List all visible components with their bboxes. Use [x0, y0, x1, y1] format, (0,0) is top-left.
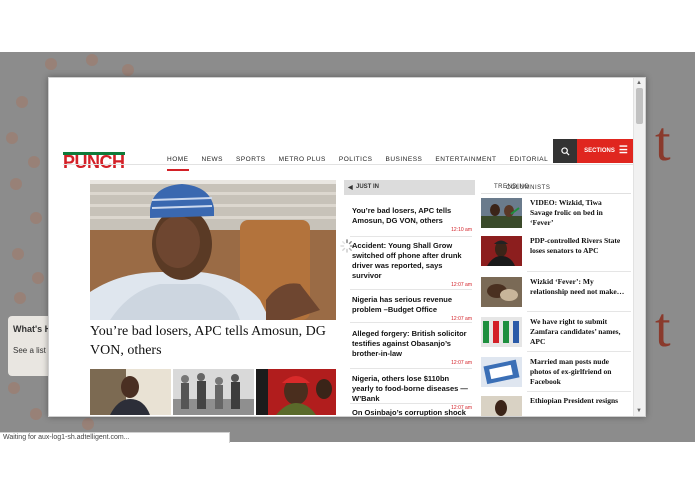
- trending-title[interactable]: Married man posts nude photos of ex-girl…: [530, 357, 626, 387]
- background-dot: [86, 54, 98, 66]
- background-dot: [14, 292, 26, 304]
- just-in-item[interactable]: On Osinbajo’s corruption shock: [352, 408, 472, 416]
- trending-photo: [481, 357, 522, 387]
- trending-photo: [481, 317, 522, 347]
- background-dot: [6, 132, 18, 144]
- just-in-divider: [350, 289, 472, 290]
- just-in-divider: [350, 236, 472, 237]
- lead-story-image[interactable]: [90, 180, 336, 320]
- just-in-title[interactable]: On Osinbajo’s corruption shock: [352, 408, 472, 416]
- trending-photo: [481, 396, 522, 416]
- trending-thumbnail[interactable]: [481, 357, 522, 387]
- just-in-divider: [350, 403, 472, 404]
- background-dot: [10, 178, 22, 190]
- trending-photo: [481, 198, 522, 228]
- scroll-down-icon[interactable]: ▼: [636, 408, 642, 414]
- trending-title[interactable]: Wizkid ‘Fever’: My relationship need not…: [530, 277, 626, 307]
- just-in-divider: [350, 322, 472, 323]
- background-dot: [8, 382, 20, 394]
- just-in-item[interactable]: Accident: Young Shall Grow switched off …: [352, 241, 472, 288]
- trending-item[interactable]: VIDEO: Wizkid, Tiwa Savage frolic on bed…: [481, 198, 631, 228]
- scroll-up-icon[interactable]: ▲: [636, 80, 642, 86]
- lead-headline-link[interactable]: You’re bad losers, APC tells Amosun, DG …: [90, 322, 336, 360]
- background-dot: [12, 248, 24, 260]
- just-in-title[interactable]: Alleged forgery: British solicitor testi…: [352, 329, 472, 359]
- trending-item[interactable]: Married man posts nude photos of ex-girl…: [481, 357, 631, 387]
- just-in-item[interactable]: You’re bad losers, APC tells Amosun, DG …: [352, 206, 472, 233]
- search-button[interactable]: [553, 139, 577, 163]
- story-photo: [90, 369, 171, 415]
- just-in-divider: [350, 368, 472, 369]
- just-in-header: ◀ JUST IN: [344, 180, 475, 195]
- caret-left-icon: ◀: [348, 185, 353, 191]
- browser-status-bar: Waiting for aux-log1-sh.adtelligent.com.…: [0, 432, 230, 443]
- just-in-title[interactable]: You’re bad losers, APC tells Amosun, DG …: [352, 206, 472, 226]
- trending-item[interactable]: Ethiopian President resigns: [481, 396, 631, 416]
- story-photo: [173, 369, 254, 415]
- trending-thumbnail[interactable]: [481, 236, 522, 266]
- trending-title[interactable]: We have right to submit Zamfara candidat…: [530, 317, 626, 347]
- trending-divider: [527, 351, 631, 352]
- story-photo: [256, 369, 336, 415]
- trending-thumbnail[interactable]: [481, 198, 522, 228]
- just-in-item[interactable]: Alleged forgery: British solicitor testi…: [352, 329, 472, 366]
- nav-divider: [63, 164, 633, 165]
- browser-viewport: t t What's H See a list o PUNCH HOME NEW…: [0, 0, 695, 494]
- search-icon: [560, 146, 570, 156]
- background-dot: [82, 418, 94, 430]
- trending-title[interactable]: Ethiopian President resigns: [530, 396, 626, 416]
- story-thumbnail[interactable]: [256, 369, 336, 415]
- background-dot: [45, 58, 57, 70]
- trending-item[interactable]: Wizkid ‘Fever’: My relationship need not…: [481, 277, 631, 307]
- background-dot: [30, 408, 42, 420]
- just-in-title[interactable]: Nigeria, others lose $110bn yearly to fo…: [352, 374, 472, 404]
- trending-divider: [527, 391, 631, 392]
- tab-columnists[interactable]: COLUMNISTS: [506, 185, 550, 191]
- article-popup-window: PUNCH HOME NEWS SPORTS METRO PLUS POLITI…: [48, 77, 646, 417]
- trending-photo: [481, 277, 522, 307]
- just-in-item[interactable]: Nigeria, others lose $110bn yearly to fo…: [352, 374, 472, 411]
- trending-title[interactable]: VIDEO: Wizkid, Tiwa Savage frolic on bed…: [530, 198, 626, 228]
- trending-divider: [527, 311, 631, 312]
- background-glyph: t: [655, 111, 671, 173]
- just-in-title[interactable]: Accident: Young Shall Grow switched off …: [352, 241, 472, 281]
- popup-scrollbar[interactable]: ▲ ▼: [633, 78, 645, 416]
- background-glyph: t: [655, 297, 671, 359]
- just-in-time: 12:07 am: [451, 282, 472, 288]
- just-in-time: 12:07 am: [451, 360, 472, 366]
- trending-thumbnail[interactable]: [481, 317, 522, 347]
- logo-text: PUNCH: [63, 152, 125, 172]
- trending-item[interactable]: We have right to submit Zamfara candidat…: [481, 317, 631, 347]
- story-thumbnail[interactable]: [90, 369, 171, 415]
- sections-label: SECTIONS: [584, 148, 615, 154]
- sections-button[interactable]: SECTIONS ☰: [577, 139, 635, 163]
- just-in-title[interactable]: Nigeria has serious revenue problem –Bud…: [352, 295, 472, 315]
- background-dot: [32, 272, 44, 284]
- hamburger-icon: ☰: [618, 145, 628, 156]
- background-dot: [30, 212, 42, 224]
- trending-thumbnail[interactable]: [481, 277, 522, 307]
- story-thumbnail[interactable]: [173, 369, 254, 415]
- just-in-item[interactable]: Nigeria has serious revenue problem –Bud…: [352, 295, 472, 322]
- background-dot: [122, 64, 134, 76]
- trending-title[interactable]: PDP-controlled Rivers State loses senato…: [530, 236, 626, 266]
- lead-photo-illustration: [90, 180, 336, 320]
- background-dot: [28, 156, 40, 168]
- just-in-label: JUST IN: [356, 184, 380, 190]
- background-dot: [16, 96, 28, 108]
- scrollbar-thumb[interactable]: [636, 88, 643, 124]
- just-in-time: 12:10 am: [451, 227, 472, 233]
- punch-logo[interactable]: PUNCH: [63, 152, 125, 172]
- sidebar-divider: [481, 193, 631, 194]
- trending-divider: [527, 271, 631, 272]
- trending-photo: [481, 236, 522, 266]
- trending-item[interactable]: PDP-controlled Rivers State loses senato…: [481, 236, 631, 266]
- trending-thumbnail[interactable]: [481, 396, 522, 416]
